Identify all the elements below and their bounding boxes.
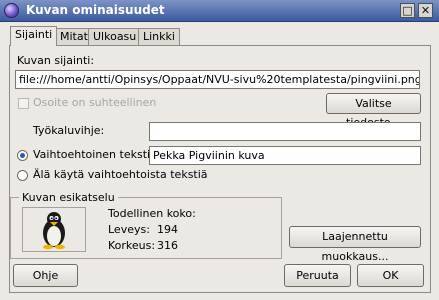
tab-linkki[interactable]: Linkki xyxy=(138,28,180,45)
tooltip-input[interactable] xyxy=(149,122,421,141)
tooltip-label: Työkaluvihje: xyxy=(33,124,105,137)
help-button[interactable]: Ohje xyxy=(13,264,78,287)
choose-file-button[interactable]: Valitse tiedosto... xyxy=(326,93,421,129)
image-preview-frame xyxy=(22,207,86,252)
location-input[interactable]: file:///home/antti/Opinsys/Oppaat/NVU-si… xyxy=(15,70,420,89)
no-alt-text-label: Älä käytä vaihtoehtoista tekstiä xyxy=(33,168,208,181)
alt-text-input[interactable]: Pekka Pigviinin kuva xyxy=(149,146,421,165)
ok-button[interactable]: OK xyxy=(357,264,424,287)
no-alt-text-radio[interactable] xyxy=(17,170,28,181)
actual-size-label: Todellinen koko: xyxy=(108,207,196,220)
height-value: 316 xyxy=(157,239,178,252)
tab-ulkoasu[interactable]: Ulkoasu xyxy=(88,28,142,45)
image-preview-title: Kuvan esikatselu xyxy=(19,191,118,204)
penguin-icon xyxy=(43,212,65,250)
relative-url-label: Osoite on suhteellinen xyxy=(33,96,157,109)
alt-text-radio[interactable] xyxy=(17,150,28,161)
maximize-button[interactable]: □ xyxy=(400,3,415,18)
relative-url-checkbox[interactable] xyxy=(18,98,29,109)
height-label: Korkeus: xyxy=(108,239,156,252)
app-icon xyxy=(4,3,19,18)
window-title: Kuvan ominaisuudet xyxy=(26,3,165,17)
advanced-edit-button[interactable]: Laajennettu muokkaus... xyxy=(289,226,421,263)
title-bar: Kuvan ominaisuudet □ ✕ xyxy=(0,0,439,22)
tab-sijainti[interactable]: Sijainti xyxy=(10,26,58,46)
width-label: Leveys: xyxy=(108,223,150,236)
alt-text-label: Vaihtoehtoinen teksti: xyxy=(33,148,154,161)
close-button[interactable]: ✕ xyxy=(418,3,433,18)
width-value: 194 xyxy=(157,223,178,236)
location-label: Kuvan sijainti: xyxy=(17,54,95,67)
cancel-button[interactable]: Peruuta xyxy=(284,264,351,287)
